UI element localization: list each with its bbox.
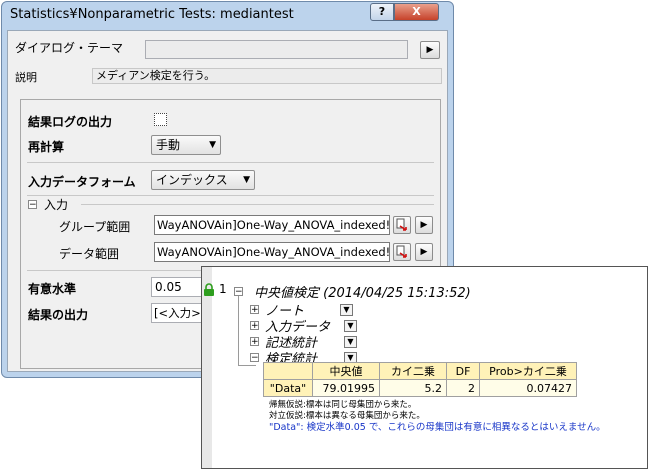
data-range-menu-button[interactable]: ▶ xyxy=(415,243,433,261)
range-picker-icon[interactable] xyxy=(393,243,411,261)
theme-label: ダイアログ・テーマ xyxy=(15,41,124,55)
description-text: メディアン検定を行う。 xyxy=(92,68,442,84)
log-output-checkbox[interactable] xyxy=(154,113,167,126)
node-toggle-icon[interactable]: + xyxy=(250,321,259,331)
table-header: 中央値 xyxy=(312,362,380,380)
theme-field[interactable] xyxy=(145,40,408,59)
significance-label: 有意水準 xyxy=(28,282,77,296)
table-header: DF xyxy=(446,362,480,380)
conclusion-note: "Data": 検定水準0.05 で、これらの母集団は有意に相異なるとはいえませ… xyxy=(269,422,606,433)
node-toggle-icon[interactable]: + xyxy=(250,305,259,315)
report-window: 1 − 中央値検定 (2014/04/25 15:13:52) + ノート ▼ … xyxy=(201,266,648,469)
table-cell: 0.07427 xyxy=(479,379,577,397)
input-section-label: 入力 xyxy=(44,198,69,212)
table-cell: 79.01995 xyxy=(312,379,380,397)
table-cell: 5.2 xyxy=(379,379,447,397)
divider xyxy=(27,195,434,196)
table-header xyxy=(263,362,313,380)
table-header-row: 中央値 カイ二乗 DF Prob>カイ二乗 xyxy=(263,362,577,380)
lock-icon[interactable] xyxy=(203,283,215,297)
test-stats-table: 中央値 カイ二乗 DF Prob>カイ二乗 "Data" 79.01995 5.… xyxy=(263,362,577,397)
sheet-margin xyxy=(202,267,212,468)
data-range-label: データ範囲 xyxy=(59,247,120,261)
recalc-dropdown[interactable]: 手動 ▼ xyxy=(151,135,221,155)
tree-line xyxy=(238,296,239,366)
group-range-menu-button[interactable]: ▶ xyxy=(415,216,433,234)
node-menu-button[interactable]: ▼ xyxy=(344,320,357,332)
help-button[interactable]: ? xyxy=(370,3,394,21)
range-picker-icon[interactable] xyxy=(393,216,411,234)
node-toggle-icon[interactable]: − xyxy=(250,353,259,363)
chevron-down-icon: ▼ xyxy=(243,175,250,185)
divider xyxy=(27,162,434,163)
input-form-value: インデックス xyxy=(156,173,228,187)
table-cell: 2 xyxy=(446,379,480,397)
log-output-label: 結果ログの出力 xyxy=(28,115,113,129)
row-number: 1 xyxy=(219,282,227,296)
input-form-dropdown[interactable]: インデックス ▼ xyxy=(151,170,255,190)
node-menu-button[interactable]: ▼ xyxy=(340,304,353,316)
node-menu-button[interactable]: ▼ xyxy=(344,336,357,348)
table-header: Prob>カイ二乗 xyxy=(479,362,577,380)
report-collapse-icon[interactable]: − xyxy=(234,287,243,297)
table-header: カイ二乗 xyxy=(379,362,447,380)
input-form-label: 入力データフォーム xyxy=(28,175,136,189)
tree-line xyxy=(238,365,256,366)
description-label: 説明 xyxy=(15,71,37,84)
group-range-input[interactable]: WayANOVAin]One-Way_ANOVA_indexed!B xyxy=(154,215,390,235)
divider xyxy=(81,204,434,205)
window-title: Statistics¥Nonparametric Tests: mediante… xyxy=(10,7,294,22)
input-section-collapse-icon[interactable]: − xyxy=(28,200,37,210)
close-button[interactable]: X xyxy=(394,3,439,21)
table-cell: "Data" xyxy=(263,379,313,397)
group-range-label: グループ範囲 xyxy=(59,220,131,234)
result-output-label: 結果の出力 xyxy=(28,308,89,322)
recalc-label: 再計算 xyxy=(28,140,65,154)
report-title: 中央値検定 (2014/04/25 15:13:52) xyxy=(254,286,471,301)
node-toggle-icon[interactable]: + xyxy=(250,337,259,347)
table-row: "Data" 79.01995 5.2 2 0.07427 xyxy=(263,379,577,397)
chevron-down-icon: ▼ xyxy=(209,140,216,150)
title-bar[interactable]: Statistics¥Nonparametric Tests: mediante… xyxy=(2,2,453,30)
recalc-value: 手動 xyxy=(156,138,181,152)
data-range-input[interactable]: WayANOVAin]One-Way_ANOVA_indexed!C xyxy=(154,242,390,262)
theme-menu-button[interactable]: ▶ xyxy=(420,41,440,59)
